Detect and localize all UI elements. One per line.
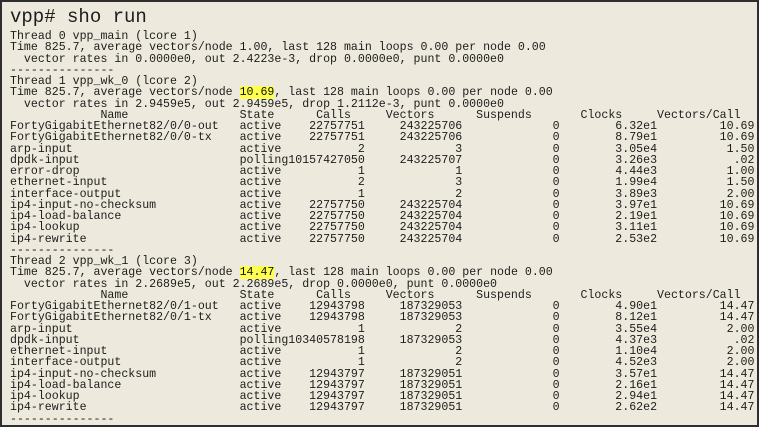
thread-time-line: Time 825.7, average vectors/node 14.47, … [10, 267, 757, 278]
table-row: ip4-lookup active 22757750 243225704 0 3… [10, 222, 757, 233]
thread-section: Thread 0 vpp_main (lcore 1)Time 825.7, a… [10, 31, 757, 76]
terminal-output: Thread 0 vpp_main (lcore 1)Time 825.7, a… [10, 31, 757, 425]
section-separator: --------------- [10, 414, 757, 425]
thread-time-line: Time 825.7, average vectors/node 1.00, l… [10, 42, 757, 53]
thread-section: Thread 1 vpp_wk_0 (lcore 2)Time 825.7, a… [10, 76, 757, 256]
command-line: vpp# sho run [10, 5, 757, 29]
thread-section: Thread 2 vpp_wk_1 (lcore 3)Time 825.7, a… [10, 256, 757, 425]
table-row: ethernet-input active 2 3 0 1.99e4 1.50 [10, 177, 757, 188]
table-row: FortyGigabitEthernet82/0/1-tx active 129… [10, 312, 757, 323]
table-row: ip4-rewrite active 22757750 243225704 0 … [10, 234, 757, 245]
table-row: ip4-rewrite active 12943797 187329051 0 … [10, 402, 757, 413]
terminal-window[interactable]: vpp# sho run Thread 0 vpp_main (lcore 1)… [0, 0, 759, 427]
table-row: interface-output active 1 2 0 4.52e3 2.0… [10, 357, 757, 368]
thread-vector-rates: vector rates in 0.0000e0, out 2.4223e-3,… [10, 54, 757, 65]
thread-time-line: Time 825.7, average vectors/node 10.69, … [10, 87, 757, 98]
table-row: FortyGigabitEthernet82/0/0-tx active 227… [10, 132, 757, 143]
